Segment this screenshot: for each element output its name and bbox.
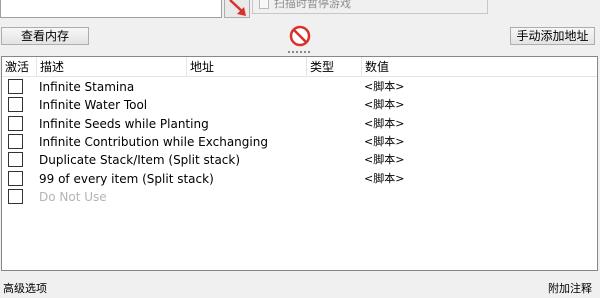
- active-checkbox[interactable]: [8, 116, 23, 131]
- row-description: Infinite Water Tool: [39, 98, 148, 112]
- row-description: 99 of every item (Split stack): [39, 172, 214, 186]
- add-address-button[interactable]: 手动添加地址: [510, 27, 595, 45]
- table-row[interactable]: Infinite Water Tool <脚本>: [2, 96, 597, 114]
- pause-game-checkbox[interactable]: [259, 0, 269, 9]
- table-row[interactable]: Infinite Seeds while Planting <脚本>: [2, 115, 597, 133]
- row-description: Infinite Seeds while Planting: [39, 117, 209, 131]
- row-description: Infinite Contribution while Exchanging: [39, 135, 268, 149]
- table-header: 激活 描述 地址 类型 数值: [2, 57, 597, 77]
- view-memory-button[interactable]: 查看内存: [1, 27, 89, 45]
- advanced-options-button[interactable]: 高级选项: [3, 280, 47, 296]
- row-value: <脚本>: [364, 172, 405, 185]
- active-checkbox[interactable]: [8, 79, 23, 94]
- row-description: Infinite Stamina: [39, 80, 135, 94]
- table-extras-button[interactable]: 附加注释: [548, 280, 592, 296]
- process-input[interactable]: [0, 0, 222, 18]
- column-description[interactable]: 描述: [37, 57, 187, 77]
- row-description: Do Not Use: [39, 190, 107, 204]
- row-value: <脚本>: [364, 153, 405, 166]
- table-row[interactable]: 99 of every item (Split stack) <脚本>: [2, 170, 597, 188]
- splitter-grip[interactable]: [288, 51, 312, 54]
- prohibited-icon[interactable]: [289, 25, 311, 47]
- cheat-table: 激活 描述 地址 类型 数值 Infinite Stamina <脚本> Inf…: [1, 56, 598, 271]
- active-checkbox[interactable]: [8, 97, 23, 112]
- active-checkbox[interactable]: [8, 171, 23, 186]
- row-description: Duplicate Stack/Item (Split stack): [39, 153, 241, 167]
- column-address[interactable]: 地址: [187, 57, 307, 77]
- table-row[interactable]: Infinite Stamina <脚本>: [2, 78, 597, 96]
- active-checkbox[interactable]: [8, 134, 23, 149]
- column-active[interactable]: 激活: [2, 57, 37, 77]
- column-type[interactable]: 类型: [307, 57, 362, 77]
- active-checkbox[interactable]: [8, 189, 23, 204]
- red-diagonal-arrow-icon: [229, 0, 246, 16]
- table-row[interactable]: Duplicate Stack/Item (Split stack) <脚本>: [2, 151, 597, 169]
- row-value: <脚本>: [364, 135, 405, 148]
- pause-game-label: 扫描时暂停游戏: [274, 0, 351, 10]
- column-value[interactable]: 数值: [362, 57, 422, 77]
- table-row[interactable]: Do Not Use: [2, 188, 597, 206]
- row-value: <脚本>: [364, 98, 405, 111]
- active-checkbox[interactable]: [8, 152, 23, 167]
- table-row[interactable]: Infinite Contribution while Exchanging <…: [2, 133, 597, 151]
- pointer-button[interactable]: [224, 0, 250, 18]
- row-value: <脚本>: [364, 80, 405, 93]
- row-value: <脚本>: [364, 117, 405, 130]
